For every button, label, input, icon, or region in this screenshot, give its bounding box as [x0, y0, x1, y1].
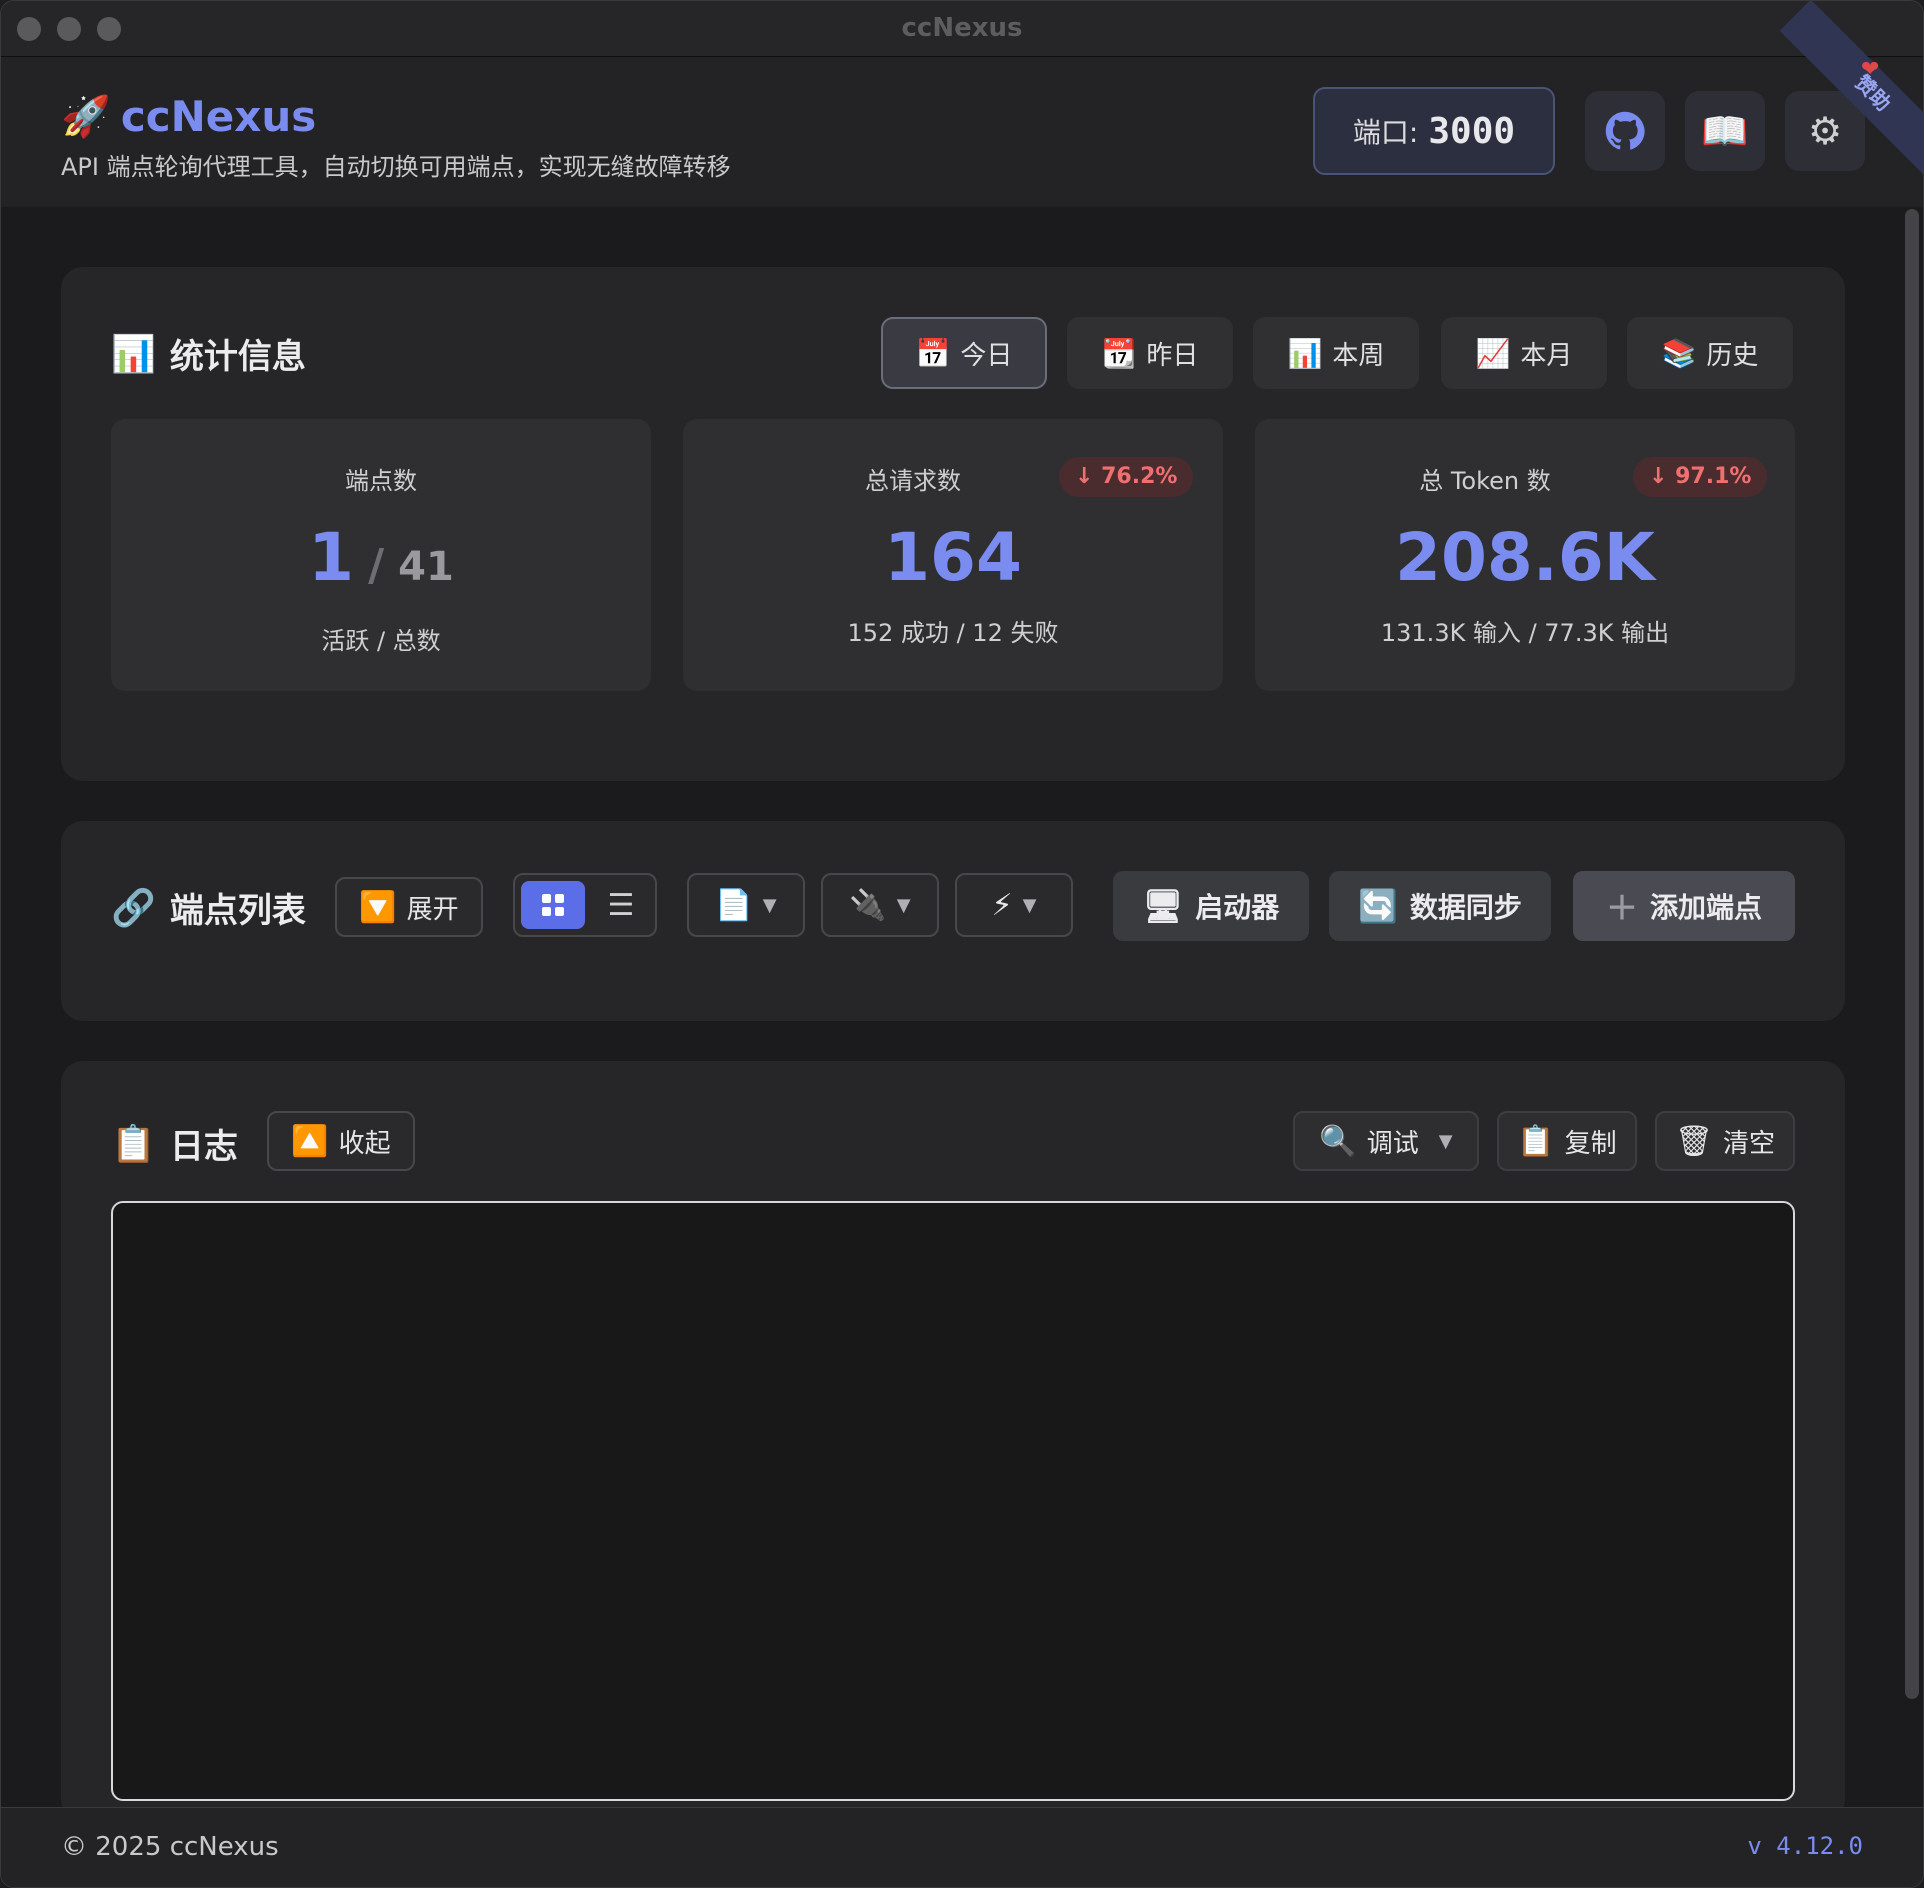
log-output[interactable]: [111, 1201, 1795, 1801]
endpoint-count-value: 1/41: [308, 519, 454, 596]
request-count-card: 总请求数 ↓ 76.2% 164 152 成功 / 12 失败: [683, 419, 1223, 691]
copy-logs-button[interactable]: 📋 复制: [1497, 1111, 1637, 1171]
list-icon: ☰: [607, 887, 635, 923]
range-month-button[interactable]: 📈 本月: [1441, 317, 1607, 389]
view-toggle: ☰: [513, 873, 657, 937]
port-label: 端口:: [1352, 116, 1419, 149]
app-logo: 🚀 ccNexus: [61, 91, 316, 141]
rocket-icon: 🚀: [61, 93, 111, 140]
heart-icon: ❤: [1861, 57, 1880, 82]
request-count-value: 164: [884, 519, 1022, 596]
port-value: 3000: [1428, 110, 1516, 152]
range-history-button[interactable]: 📚 历史: [1627, 317, 1793, 389]
calendar-icon: 📆: [1101, 336, 1137, 370]
range-yesterday-button[interactable]: 📆 昨日: [1067, 317, 1233, 389]
github-button[interactable]: [1585, 91, 1665, 171]
trash-icon: 🗑: [1674, 1123, 1714, 1159]
token-count-value: 208.6K: [1395, 519, 1655, 596]
test-menu-button[interactable]: ⚡ ▼: [955, 873, 1073, 937]
expand-button[interactable]: 🔽 展开: [335, 877, 483, 937]
lightning-icon: ⚡: [991, 887, 1013, 923]
docs-button[interactable]: 📖: [1685, 91, 1765, 171]
logs-panel: 📋 日志 🔼 收起 🔍 调试 ▼ 📋 复制 🗑 清空: [61, 1061, 1845, 1821]
token-count-sub: 131.3K 输入 / 77.3K 输出: [1380, 619, 1670, 647]
log-level-select[interactable]: 🔍 调试 ▼: [1293, 1111, 1479, 1171]
triangle-up-icon: 🔼: [291, 1123, 329, 1159]
request-change-badge: ↓ 76.2%: [1059, 457, 1194, 497]
port-indicator[interactable]: 端口: 3000: [1313, 87, 1555, 175]
trend-icon: 📈: [1475, 336, 1511, 370]
endpoint-list-panel: 🔗 端点列表 🔽 展开 ☰ 📄 ▼ 🔌 ▼ ⚡ ▼ 🖥 启动器 🔄 数据同步 ＋…: [61, 821, 1845, 1021]
caret-down-icon: ▼: [1022, 894, 1037, 916]
app-name: ccNexus: [120, 91, 317, 141]
window-title: ccNexus: [901, 13, 1023, 43]
app-subtitle: API 端点轮询代理工具，自动切换可用端点，实现无缝故障转移: [61, 153, 731, 181]
logs-title: 📋 日志: [111, 1123, 238, 1168]
app-footer: © 2025 ccNexus v 4.12.0: [1, 1807, 1923, 1887]
monitor-icon: 🖥: [1142, 887, 1184, 925]
endpoint-list-title: 🔗 端点列表: [111, 887, 306, 932]
app-header: 🚀 ccNexus API 端点轮询代理工具，自动切换可用端点，实现无缝故障转移…: [1, 57, 1923, 207]
plug-icon: 🔌: [849, 887, 887, 923]
link-icon: 🔗: [111, 887, 156, 929]
books-icon: 📚: [1661, 336, 1697, 370]
version-text: v 4.12.0: [1747, 1832, 1863, 1860]
plus-icon: ＋: [1605, 889, 1638, 927]
clipboard-icon: 📋: [111, 1123, 156, 1165]
bar-chart-icon: 📊: [111, 333, 156, 375]
triangle-down-icon: 🔽: [359, 889, 397, 925]
token-count-card: 总 Token 数 ↓ 97.1% 208.6K 131.3K 输入 / 77.…: [1255, 419, 1795, 691]
caret-down-icon: ▼: [896, 894, 911, 916]
calendar-icon: 📅: [915, 336, 951, 370]
caret-down-icon: ▼: [1438, 1130, 1453, 1152]
stats-panel: 📊 统计信息 📅 今日 📆 昨日 📊 本周 📈 本月 📚 历史 端点数 1/41: [61, 267, 1845, 781]
app-window: ccNexus 🚀 ccNexus API 端点轮询代理工具，自动切换可用端点，…: [0, 0, 1924, 1888]
sync-icon: 🔄: [1358, 887, 1398, 925]
search-icon: 🔍: [1319, 1123, 1357, 1159]
page-scrollbar[interactable]: [1905, 209, 1919, 1699]
range-week-button[interactable]: 📊 本周: [1253, 317, 1419, 389]
range-today-button[interactable]: 📅 今日: [881, 317, 1047, 389]
endpoint-count-label: 端点数: [345, 467, 417, 495]
title-bar: ccNexus: [1, 1, 1923, 57]
github-icon: [1605, 111, 1645, 150]
bar-chart-icon: 📊: [1287, 336, 1323, 370]
stats-title: 📊 统计信息: [111, 333, 306, 378]
grid-view-button[interactable]: [521, 881, 585, 929]
document-icon: 📄: [715, 887, 753, 923]
plugin-menu-button[interactable]: 🔌 ▼: [821, 873, 939, 937]
clipboard-icon: 📋: [1517, 1123, 1555, 1159]
collapse-button[interactable]: 🔼 收起: [267, 1111, 415, 1171]
list-view-button[interactable]: ☰: [593, 881, 649, 929]
export-menu-button[interactable]: 📄 ▼: [687, 873, 805, 937]
token-change-badge: ↓ 97.1%: [1633, 457, 1768, 497]
book-icon: 📖: [1701, 108, 1749, 153]
launcher-button[interactable]: 🖥 启动器: [1113, 871, 1309, 941]
data-sync-button[interactable]: 🔄 数据同步: [1329, 871, 1551, 941]
clear-logs-button[interactable]: 🗑 清空: [1655, 1111, 1795, 1171]
grid-icon: [542, 894, 564, 916]
copyright-text: © 2025 ccNexus: [61, 1832, 279, 1862]
gear-icon: ⚙: [1807, 109, 1843, 153]
add-endpoint-button[interactable]: ＋ 添加端点: [1573, 871, 1795, 941]
request-count-sub: 152 成功 / 12 失败: [847, 619, 1059, 647]
caret-down-icon: ▼: [762, 894, 777, 916]
endpoint-count-card: 端点数 1/41 活跃 / 总数: [111, 419, 651, 691]
endpoint-count-sub: 活跃 / 总数: [321, 627, 441, 655]
